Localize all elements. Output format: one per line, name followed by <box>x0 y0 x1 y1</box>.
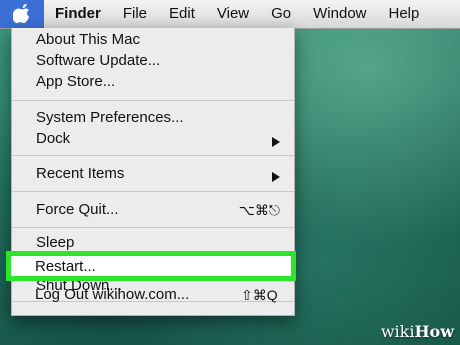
menu-separator <box>12 227 294 228</box>
menu-item-system-preferences[interactable]: System Preferences... <box>36 109 184 126</box>
restart-highlight-box[interactable]: Restart... <box>6 251 296 281</box>
menu-file[interactable]: File <box>112 0 158 28</box>
menu-item-sleep[interactable]: Sleep <box>36 234 74 251</box>
menu-separator <box>12 100 294 101</box>
menu-finder[interactable]: Finder <box>44 0 112 28</box>
menu-item-recent-items[interactable]: Recent Items <box>36 165 124 182</box>
log-out-shortcut: ⇧⌘Q <box>241 287 278 303</box>
menu-item-about-this-mac[interactable]: About This Mac <box>36 31 140 48</box>
menu-item-restart[interactable]: Restart... <box>35 258 96 275</box>
menu-item-app-store[interactable]: App Store... <box>36 73 115 90</box>
wikihow-watermark: wikiHow <box>381 322 454 341</box>
menu-view[interactable]: View <box>206 0 260 28</box>
menu-window[interactable]: Window <box>302 0 377 28</box>
submenu-arrow-icon <box>272 169 280 185</box>
force-quit-shortcut: ⌥⌘⎋ <box>238 202 280 218</box>
apple-menu-button[interactable] <box>0 0 44 28</box>
menu-bar: Finder File Edit View Go Window Help <box>0 0 460 29</box>
apple-logo-icon <box>13 4 30 24</box>
menu-item-log-out[interactable]: Log Out wikihow.com... <box>35 286 189 303</box>
watermark-how: How <box>414 322 454 341</box>
menu-go[interactable]: Go <box>260 0 302 28</box>
menu-help[interactable]: Help <box>378 0 431 28</box>
menu-item-force-quit[interactable]: Force Quit... <box>36 201 119 218</box>
menu-edit[interactable]: Edit <box>158 0 206 28</box>
watermark-wiki: wiki <box>380 322 415 341</box>
menu-separator <box>12 191 294 192</box>
menu-separator <box>12 155 294 156</box>
menu-item-dock[interactable]: Dock <box>36 130 70 147</box>
menu-item-software-update[interactable]: Software Update... <box>36 52 160 69</box>
submenu-arrow-icon <box>272 134 280 150</box>
